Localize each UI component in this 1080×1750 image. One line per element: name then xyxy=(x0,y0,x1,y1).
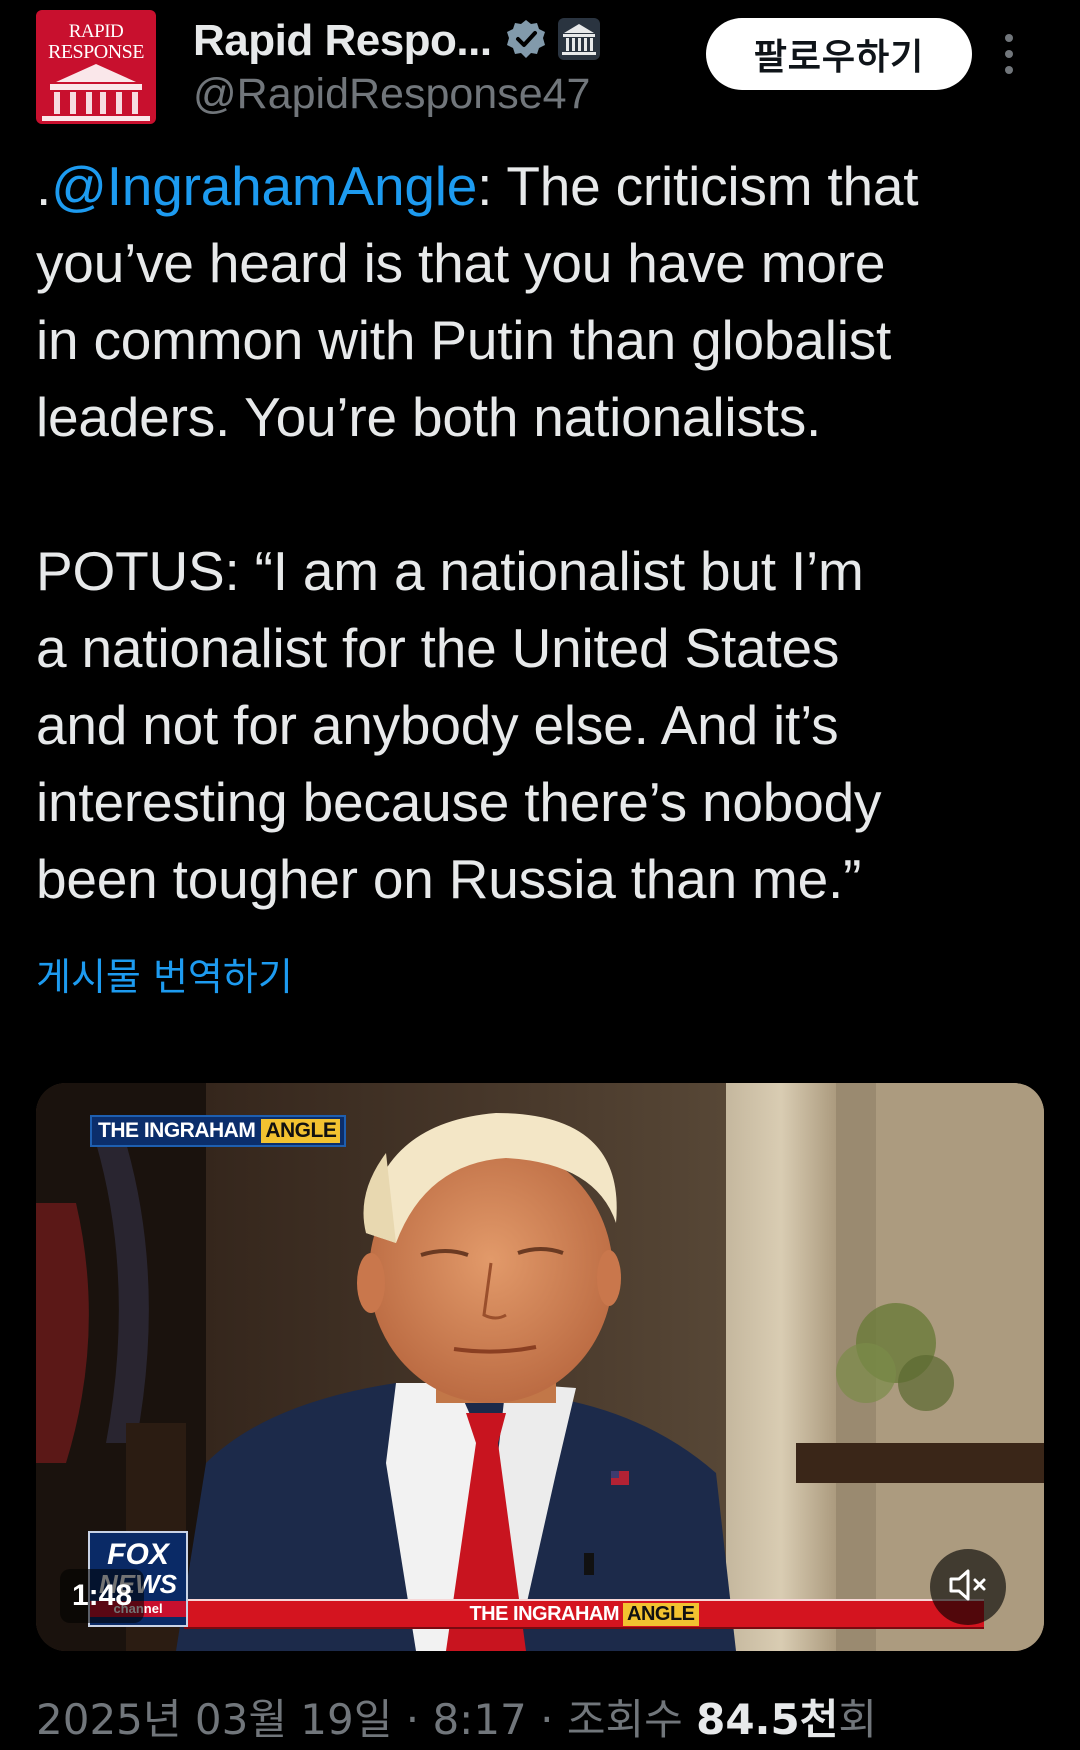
avatar[interactable]: RAPID RESPONSE xyxy=(36,10,156,124)
view-count-suffix: 회 xyxy=(838,1695,878,1744)
tweet-header: RAPID RESPONSE Rapid Respo... @RapidResp… xyxy=(36,10,1044,128)
avatar-logo-text: RAPID RESPONSE xyxy=(47,21,145,63)
verified-badge-icon[interactable] xyxy=(506,19,546,63)
tweet-text-body: : The criticism that you’ve heard is tha… xyxy=(36,155,919,910)
author-handle[interactable]: @RapidResponse47 xyxy=(193,70,590,119)
view-count: 84.5천 xyxy=(696,1695,839,1744)
tweet-text: .@IngrahamAngle: The criticism that you’… xyxy=(36,148,1046,918)
speaker-muted-icon xyxy=(948,1567,988,1607)
follow-button[interactable]: 팔로우하기 xyxy=(706,18,972,90)
author-name-row[interactable]: Rapid Respo... xyxy=(193,12,600,70)
mention-link[interactable]: @IngrahamAngle xyxy=(51,155,477,217)
translate-post-link[interactable]: 게시물 번역하기 xyxy=(36,946,293,1001)
post-timestamp[interactable]: 2025년 03월 19일 · 8:17 · 조회수 xyxy=(36,1695,696,1744)
tweet-text-prefix: . xyxy=(36,155,52,217)
video-duration-badge: 1:48 xyxy=(60,1569,145,1623)
show-title-badge: THE INGRAHAM ANGLE xyxy=(90,1115,347,1147)
white-house-icon[interactable] xyxy=(557,18,600,64)
avatar-building-graphic xyxy=(42,64,150,121)
more-vertical-icon[interactable] xyxy=(1002,32,1016,76)
mute-button[interactable] xyxy=(930,1549,1006,1625)
video-player[interactable]: THE INGRAHAM ANGLE THE INGRAHAM ANGLE FOX … xyxy=(36,1083,1044,1651)
lower-third-banner: THE INGRAHAM ANGLE xyxy=(184,1599,984,1629)
post-meta: 2025년 03월 19일 · 8:17 · 조회수 84.5천회 xyxy=(36,1690,877,1750)
author-display-name[interactable]: Rapid Respo... xyxy=(193,16,492,66)
